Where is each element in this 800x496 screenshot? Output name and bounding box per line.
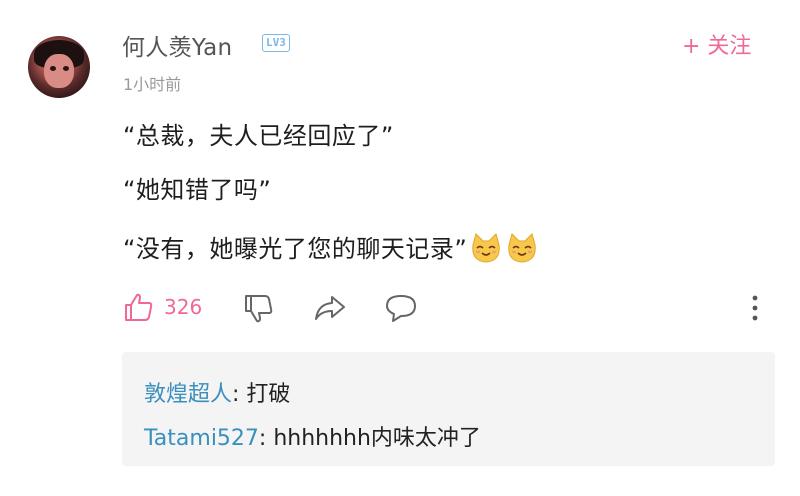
comment-line-with-emoji: “没有，她曝光了您的聊天记录” <box>123 229 539 265</box>
cat-smile-emoji <box>508 233 537 263</box>
reply-text: hhhhhhh内味太冲了 <box>273 426 481 451</box>
reply-preview-box[interactable]: 敦煌超人: 打破 Tatami527: hhhhhhh内味太冲了 <box>122 352 775 466</box>
comment-line: “她知错了吗” <box>123 176 272 204</box>
dislike-button[interactable] <box>243 293 275 329</box>
post-time: 1小时前 <box>123 75 182 94</box>
share-icon <box>315 296 345 320</box>
like-count: 326 <box>164 295 203 319</box>
cat-smile-emoji <box>472 233 501 263</box>
like-button[interactable] <box>123 291 155 327</box>
reply-item[interactable]: Tatami527: hhhhhhh内味太冲了 <box>144 420 481 452</box>
reply-separator: : <box>258 426 274 451</box>
thumbs-up-icon <box>125 293 153 321</box>
reply-username[interactable]: 敦煌超人 <box>144 382 232 407</box>
username[interactable]: 何人羡Yan <box>122 28 232 62</box>
more-options-button[interactable] <box>746 292 764 328</box>
level-badge: LV3 <box>262 34 290 52</box>
reply-item[interactable]: 敦煌超人: 打破 <box>144 376 290 408</box>
share-button[interactable] <box>313 293 347 327</box>
reply-separator: : <box>232 382 247 407</box>
user-avatar[interactable] <box>28 36 90 98</box>
reply-button[interactable] <box>384 293 418 327</box>
reply-text: 打破 <box>246 382 291 407</box>
vertical-dots-icon <box>752 295 758 321</box>
thumbs-down-icon <box>245 295 273 323</box>
follow-button[interactable]: + 关注 <box>682 28 751 60</box>
reply-username[interactable]: Tatami527 <box>144 426 259 451</box>
comment-bubble-icon <box>386 295 416 322</box>
comment-line-text: “没有，她曝光了您的聊天记录” <box>123 235 468 263</box>
comment-line: “总裁，夫人已经回应了” <box>123 122 394 150</box>
